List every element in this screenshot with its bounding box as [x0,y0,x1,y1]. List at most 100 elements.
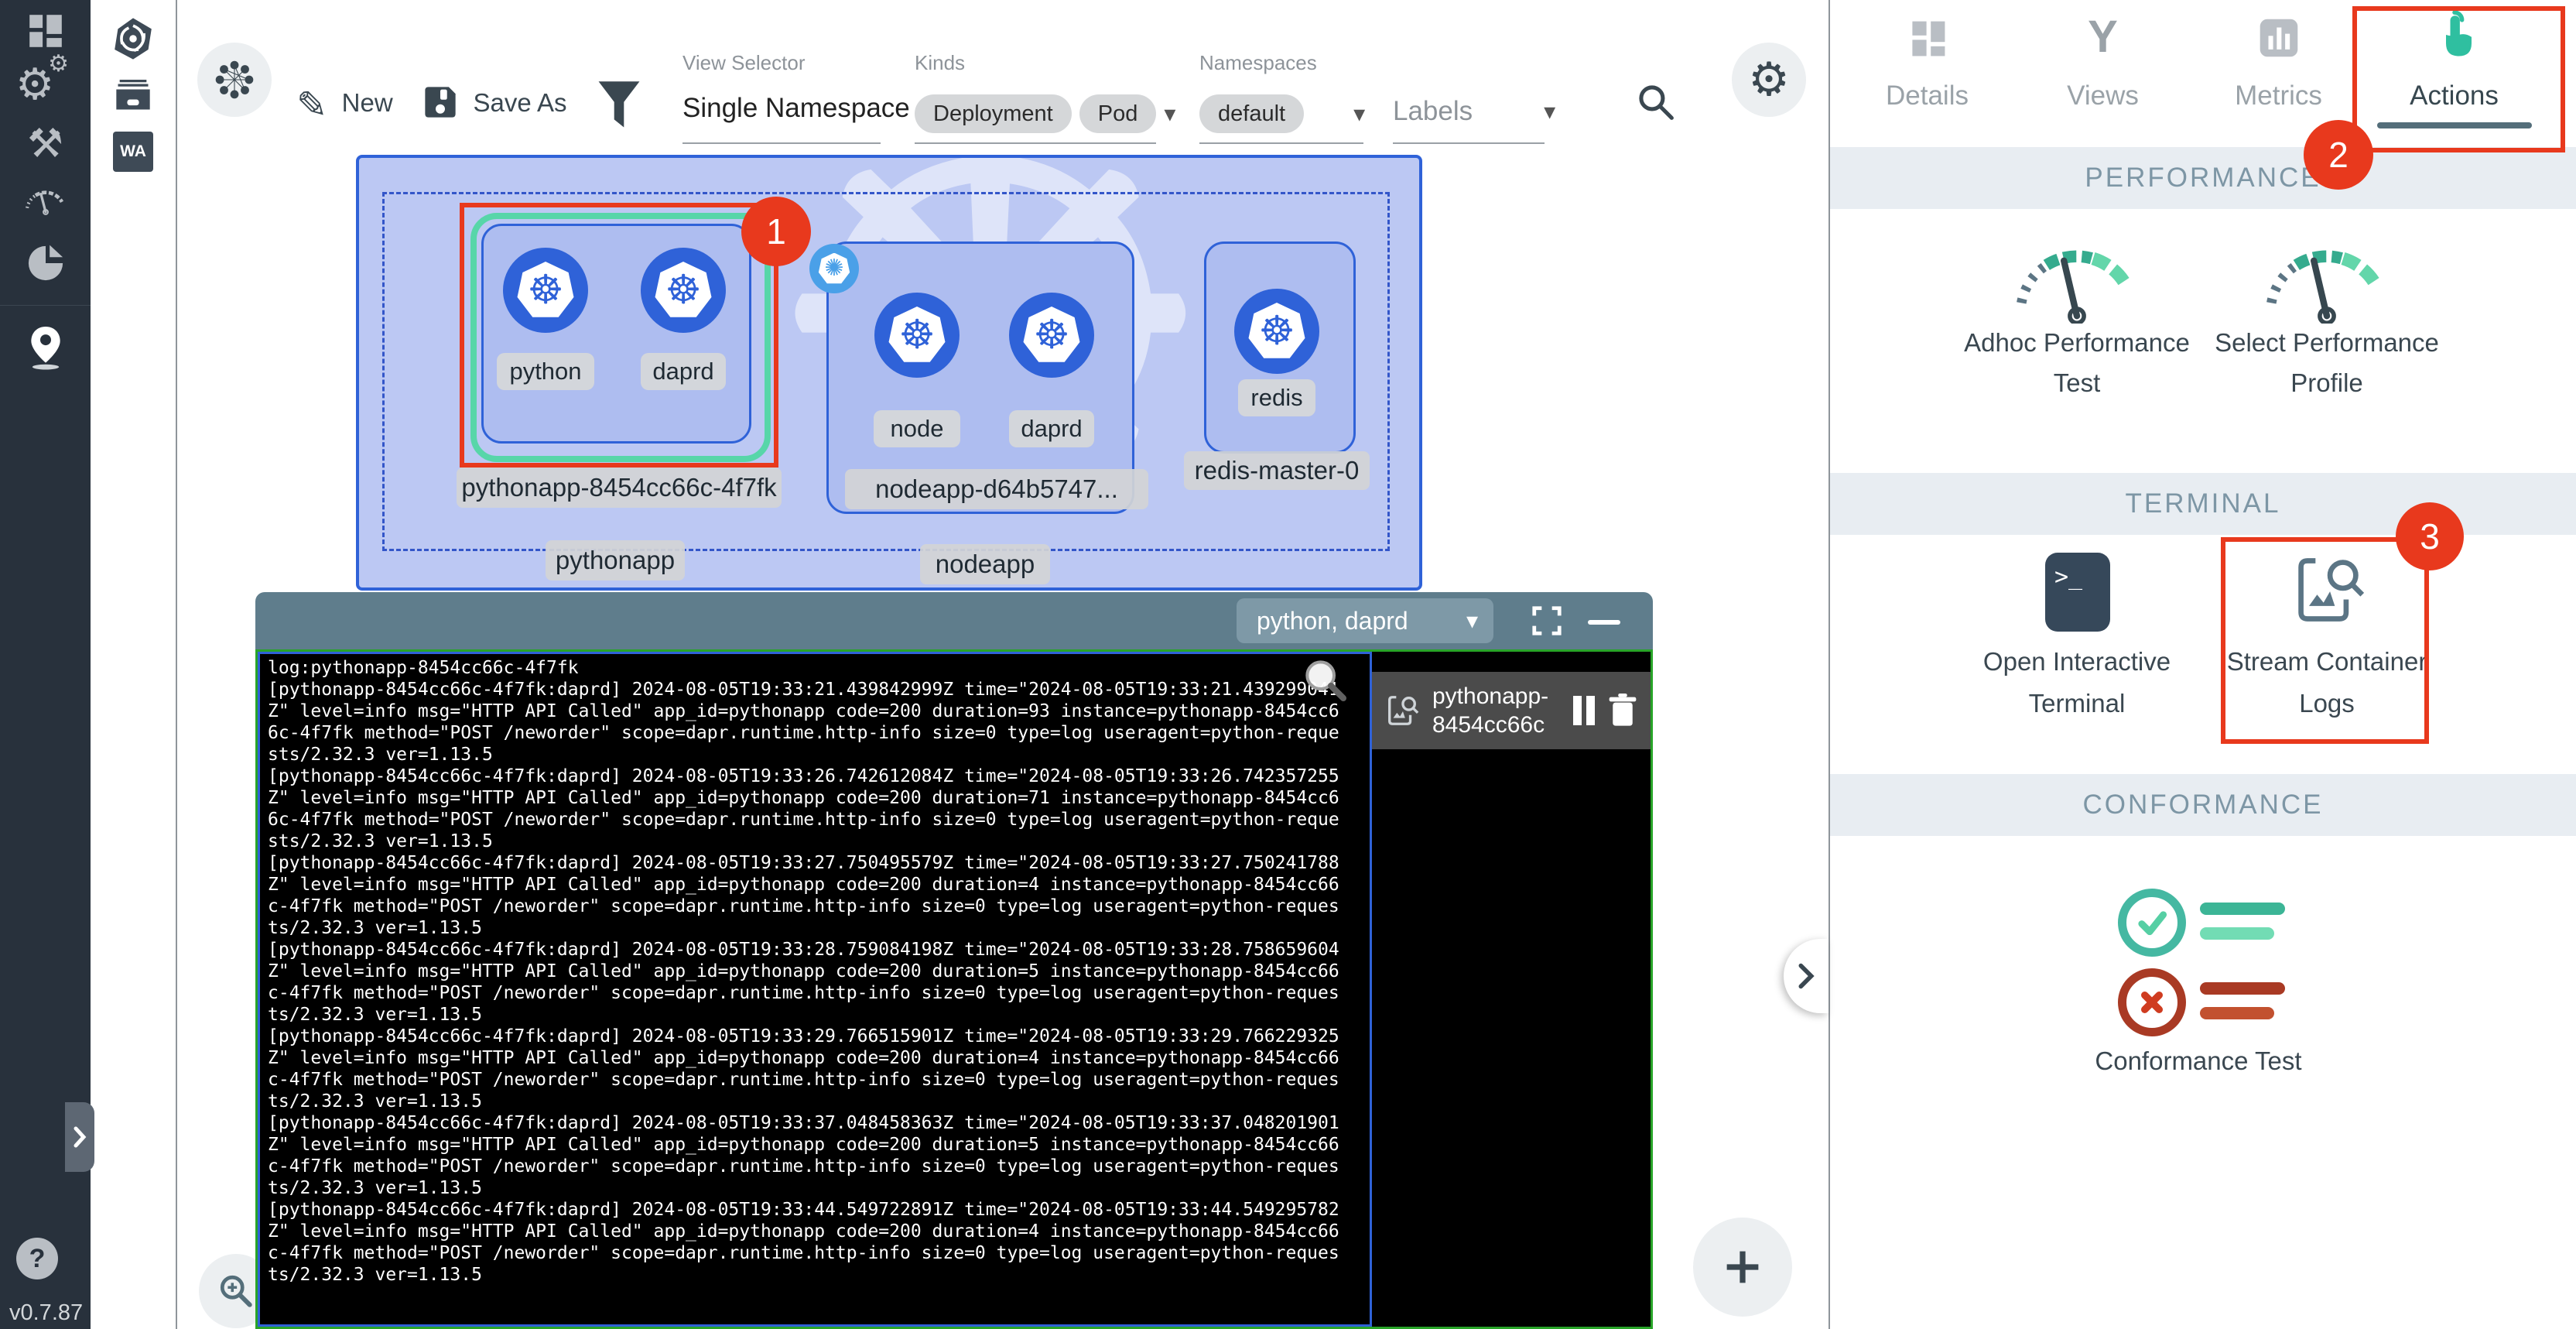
chevron-right-icon [1796,961,1816,991]
fullscreen-icon[interactable] [1531,605,1563,641]
tools-icon[interactable]: ⚒ [0,124,91,164]
log-line: ts/2.32.3 ver=1.13.5 [268,917,1362,939]
log-line: Z" level=info msg="HTTP API Called" app_… [268,961,1362,982]
tab-views[interactable]: Y Views [2015,0,2191,138]
select-performance-profile-gauge-icon[interactable] [2261,237,2393,327]
pod-name-label: pythonapp-8454cc66c-4f7fk [457,468,782,508]
version-label: v0.7.87 [9,1300,83,1326]
interactive-terminal-icon[interactable]: >_ [2045,553,2110,632]
stream-logs-icon [1384,693,1420,728]
meshery-mesh-button[interactable] [197,43,272,117]
log-line: ts/2.32.3 ver=1.13.5 [268,1264,1362,1286]
prompt-glyph: >_ [2054,563,2082,591]
container-node-redis[interactable]: ☸ [1234,289,1319,374]
view-selector-label: View Selector [682,51,806,75]
new-label: New [342,88,393,117]
log-line: [pythonapp-8454cc66c-4f7fk:daprd] 2024-0… [268,1199,1362,1221]
labels-underline [1393,142,1545,144]
annotation-box-1 [460,203,778,468]
left-navigation-rail: ⚙⚙ ⚒ ? v0.7.87 [0,0,91,1329]
settings-gears-icon[interactable]: ⚙⚙ [0,63,91,107]
tab-metrics[interactable]: Metrics [2191,0,2366,138]
help-icon[interactable]: ? [16,1238,58,1279]
log-line: [pythonapp-8454cc66c-4f7fk:daprd] 2024-0… [268,1026,1362,1047]
log-line: sts/2.32.3 ver=1.13.5 [268,744,1362,766]
designs-inbox-icon[interactable] [113,76,153,117]
search-icon[interactable] [1634,80,1678,128]
dashboard-icon[interactable] [0,11,91,51]
dapr-logo-icon[interactable] [111,17,155,64]
pass-line-1 [2200,903,2285,915]
deployment-label: pythonapp [546,540,685,581]
kind-chip-deployment[interactable]: Deployment [915,94,1072,133]
dapr-sidecar-icon[interactable]: ✺ [809,244,859,293]
adhoc-performance-test-label2[interactable]: Test [1934,368,2220,398]
add-node-button[interactable] [1693,1218,1792,1317]
select-performance-profile-label2[interactable]: Profile [2184,368,2470,398]
namespace-chip-default[interactable]: default [1199,94,1304,133]
log-line: c-4f7fk method="POST /neworder" scope=da… [268,1156,1362,1177]
annotation-badge-1: 1 [741,197,811,266]
terminal-header: python, daprd ▾ [255,592,1653,649]
minimize-icon[interactable] [1588,620,1620,625]
namespaces-select[interactable]: default ▾ [1199,94,1365,133]
log-line: sts/2.32.3 ver=1.13.5 [268,831,1362,852]
pause-icon[interactable] [1573,696,1595,725]
conformance-test-button[interactable]: Conformance Test [2055,1046,2342,1076]
container-selector-value: python, daprd [1257,607,1408,635]
adhoc-performance-gauge-icon[interactable] [2011,237,2143,327]
log-line: 6c-4f7fk method="POST /neworder" scope=d… [268,722,1362,744]
kinds-label: Kinds [915,51,965,75]
tab-details[interactable]: Details [1839,0,2015,138]
container-node-node[interactable]: ☸ [874,293,960,378]
open-interactive-terminal-label2[interactable]: Terminal [1934,689,2220,718]
performance-gauge-icon[interactable] [0,184,91,217]
select-performance-profile-button[interactable]: Select Performance [2184,328,2470,358]
log-line: [pythonapp-8454cc66c-4f7fk:daprd] 2024-0… [268,679,1362,700]
log-lines: log:pythonapp-8454cc66c-4f7fk[pythonapp-… [268,657,1362,1286]
open-interactive-terminal-button[interactable]: Open Interactive [1934,647,2220,676]
log-line: [pythonapp-8454cc66c-4f7fk:daprd] 2024-0… [268,766,1362,787]
namespace-box[interactable]: ☸ ☸ ☸ python daprd pythonapp-8454cc66c-4… [356,155,1422,591]
kubernetes-logo-icon: ☸ [1247,303,1306,360]
rail-expand-tab[interactable] [65,1102,94,1172]
trash-icon[interactable] [1607,694,1638,728]
container-label: redis [1238,379,1315,416]
kind-chip-pod[interactable]: Pod [1079,94,1157,133]
log-search-icon[interactable] [1300,655,1350,708]
container-label: node [874,410,960,447]
kanvas-pin-icon[interactable] [0,327,91,370]
labels-select[interactable]: Labels ▾ [1393,96,1555,127]
log-line: c-4f7fk method="POST /neworder" scope=da… [268,982,1362,1004]
session-pod-name: pythonapp- 8454cc66c [1432,682,1561,739]
log-session-tab[interactable]: pythonapp- 8454cc66c [1372,672,1651,749]
log-line: c-4f7fk method="POST /neworder" scope=da… [268,1069,1362,1091]
settings-gear-button[interactable]: ⚙ [1732,43,1806,117]
new-button[interactable]: ✎ New [296,87,393,124]
section-conformance: CONFORMANCE [1830,774,2576,836]
container-label: daprd [1009,410,1094,447]
adhoc-performance-test-button[interactable]: Adhoc Performance [1934,328,2220,358]
container-node-daprd[interactable]: ☸ [1009,293,1094,378]
chevron-down-icon: ▾ [1164,101,1175,128]
panel-collapse-tab[interactable] [1784,939,1829,1013]
view-selector-value: Single Namespace [682,93,910,123]
chevron-down-icon: ▾ [1466,608,1478,635]
view-selector-select[interactable]: Single Namespace ▾ [682,93,946,124]
kubernetes-logo-icon: ☸ [888,307,946,364]
help-label: ? [29,1244,46,1274]
log-line: [pythonapp-8454cc66c-4f7fk:daprd] 2024-0… [268,939,1362,961]
log-output[interactable]: log:pythonapp-8454cc66c-4f7fk[pythonapp-… [258,652,1372,1327]
log-line: ts/2.32.3 ver=1.13.5 [268,1177,1362,1199]
filter-icon[interactable] [597,80,641,137]
conformance-pass-icon [2118,889,2186,957]
terminal-panel: log:pythonapp-8454cc66c-4f7fk[pythonapp-… [255,649,1653,1329]
mesh-pie-icon[interactable] [0,243,91,283]
wasm-icon[interactable]: WA [113,132,153,172]
save-as-button[interactable]: Save As [422,84,567,127]
namespaces-label: Namespaces [1199,51,1317,75]
annotation-box-3 [2221,537,2429,744]
log-line: c-4f7fk method="POST /neworder" scope=da… [268,896,1362,917]
kinds-select[interactable]: Deployment Pod ▾ [915,94,1175,133]
container-selector-dropdown[interactable]: python, daprd ▾ [1237,598,1493,643]
